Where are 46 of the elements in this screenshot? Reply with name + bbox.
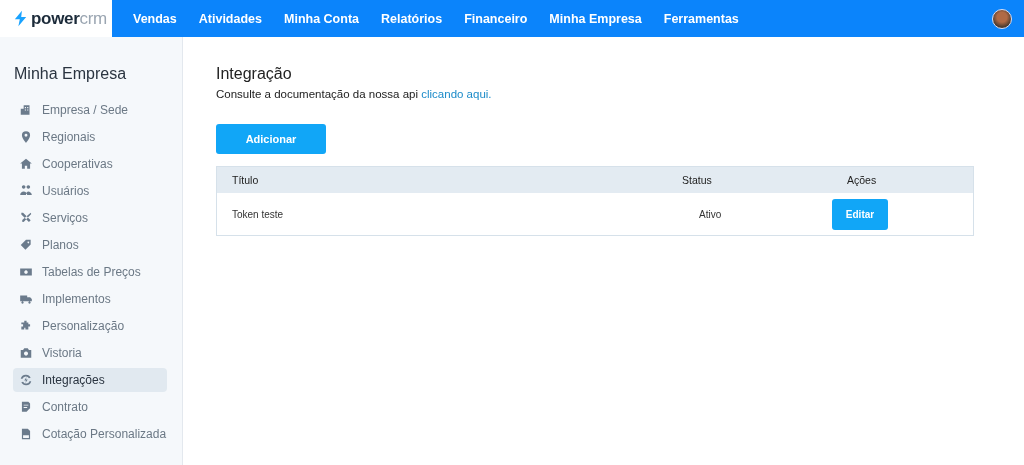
- docs-link[interactable]: clicando aqui.: [421, 88, 492, 100]
- menu-item-icon: [19, 103, 33, 117]
- menu-item-icon: [19, 211, 33, 225]
- nav-link[interactable]: Relatórios: [381, 11, 443, 26]
- nav-link[interactable]: Financeiro: [464, 11, 528, 26]
- page-title: Integração: [216, 65, 293, 83]
- lightning-icon: [12, 10, 29, 27]
- nav-link[interactable]: Minha Conta: [284, 11, 359, 26]
- sidebar-item[interactable]: Regionais: [13, 125, 167, 149]
- menu-item-icon: [19, 238, 33, 252]
- menu-item-icon: [19, 130, 33, 144]
- sidebar-item[interactable]: Usuários: [13, 179, 167, 203]
- table-cell-text: Ativo: [698, 208, 723, 220]
- menu-item-icon: [19, 427, 33, 441]
- column-header: Ações: [846, 174, 878, 186]
- column-header: Status: [682, 174, 713, 186]
- sidebar-item[interactable]: Implementos: [13, 287, 167, 311]
- menu-item-icon: [19, 346, 33, 360]
- table-cell-text: Token teste: [231, 208, 285, 220]
- column-header: Título: [231, 174, 260, 186]
- sidebar-item[interactable]: Vistoria: [13, 341, 167, 365]
- menu-item-icon: [19, 319, 33, 333]
- menu-item-icon: [19, 184, 33, 198]
- menu-item-icon: [19, 373, 33, 387]
- menu-item-icon: [19, 400, 33, 414]
- sidebar-item[interactable]: Cotação Personalizada: [13, 422, 167, 446]
- sidebar-item[interactable]: Contrato: [13, 395, 167, 419]
- nav-link[interactable]: Vendas: [133, 11, 177, 26]
- sidebar-title: Minha Empresa: [13, 65, 128, 83]
- sidebar-item[interactable]: Integrações: [13, 368, 167, 392]
- logo[interactable]: powercrm: [0, 0, 112, 37]
- sidebar-item[interactable]: Tabelas de Preços: [13, 260, 167, 284]
- sidebar-item[interactable]: Personalização: [13, 314, 167, 338]
- user-avatar[interactable]: [992, 8, 1012, 29]
- nav-link[interactable]: Atividades: [198, 11, 262, 26]
- sidebar-item[interactable]: Empresa / Sede: [13, 98, 167, 122]
- sidebar-item[interactable]: Cooperativas: [13, 152, 167, 176]
- sidebar-item[interactable]: Planos: [13, 233, 167, 257]
- edit-button[interactable]: Editar: [832, 198, 888, 230]
- logo-text: powercrm: [31, 8, 107, 29]
- add-button[interactable]: Adicionar: [216, 124, 326, 154]
- description-text: Consulte a documentação da nossa api clicando aqui.: [216, 88, 493, 100]
- nav-link[interactable]: Ferramentas: [663, 11, 739, 26]
- sidebar-item[interactable]: Serviços: [13, 206, 167, 230]
- menu-item-icon: [19, 157, 33, 171]
- nav-link[interactable]: Minha Empresa: [549, 11, 642, 26]
